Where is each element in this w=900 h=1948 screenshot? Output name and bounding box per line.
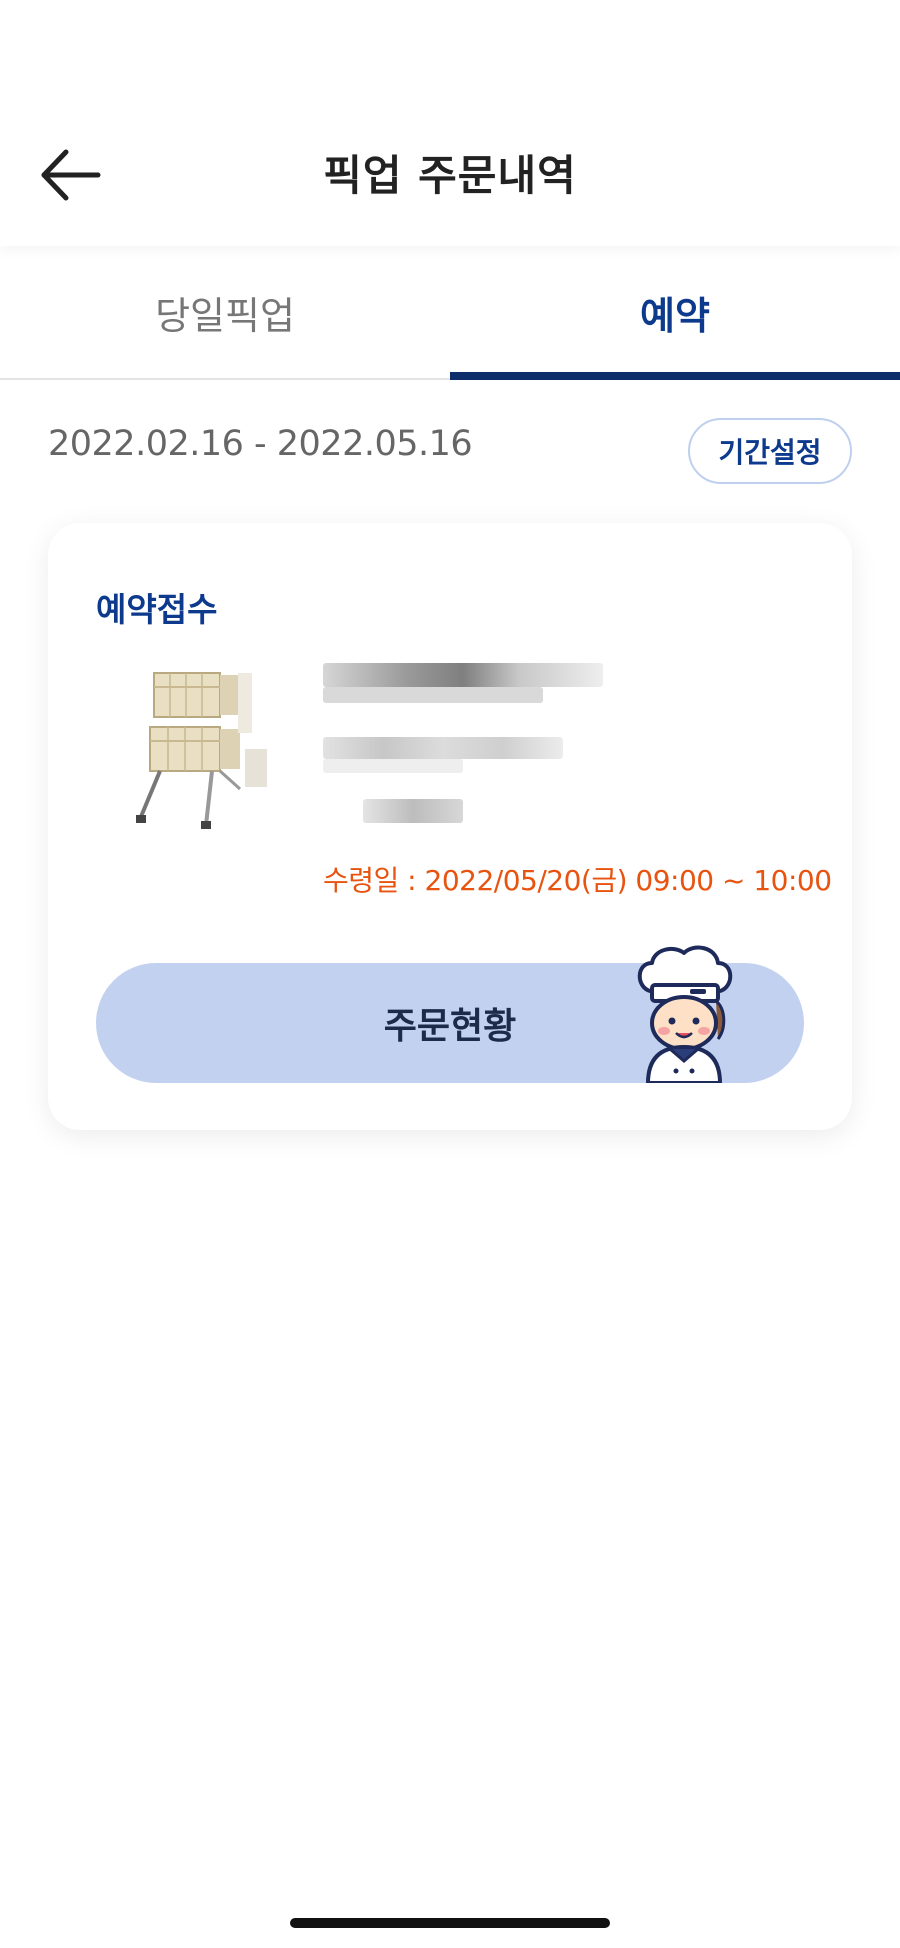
page-title: 픽업 주문내역 (323, 151, 577, 200)
period-row: 2022.02.16 - 2022.05.16 기간설정 (0, 380, 900, 500)
tab-bar: 당일픽업 예약 (0, 246, 900, 380)
chef-mascot-icon (637, 945, 733, 1083)
product-image (136, 672, 267, 829)
order-card: 예약접수 수령일 : 2022/05/20(금) 09:00 ~ 10:00 주… (48, 523, 852, 1130)
order-status-button[interactable]: 주문현황 (96, 945, 804, 1083)
tab-reservation[interactable]: 예약 (450, 246, 900, 378)
product-price-blurred (363, 799, 463, 823)
product-option-blurred-line (323, 759, 463, 773)
active-tab-indicator (450, 372, 900, 380)
pickup-date: 수령일 : 2022/05/20(금) 09:00 ~ 10:00 (323, 864, 832, 897)
period-setting-button[interactable]: 기간설정 (688, 418, 852, 484)
product-option-blurred (323, 737, 563, 759)
order-status: 예약접수 (96, 590, 218, 629)
product-name-blurred (323, 663, 603, 687)
tab-same-day-pickup[interactable]: 당일픽업 (0, 246, 450, 378)
header: 픽업 주문내역 (0, 0, 900, 246)
product-name-blurred-line (323, 687, 543, 703)
home-indicator[interactable] (290, 1918, 610, 1928)
date-range: 2022.02.16 - 2022.05.16 (48, 424, 473, 464)
